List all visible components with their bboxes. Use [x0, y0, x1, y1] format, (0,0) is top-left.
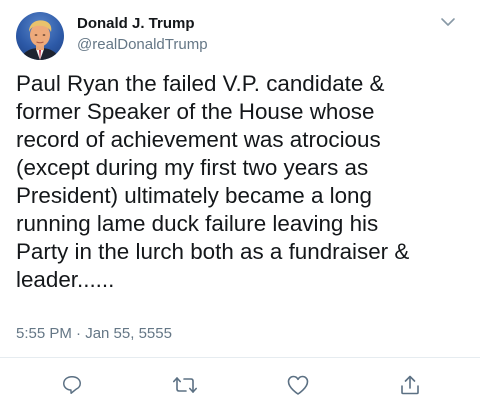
- like-button[interactable]: [284, 372, 312, 398]
- share-icon: [401, 375, 419, 395]
- share-button[interactable]: [396, 372, 424, 398]
- avatar-portrait: [20, 20, 60, 60]
- tweet-text-line: record of achievement was atrocious: [16, 127, 381, 152]
- tweet-text-line: President) ultimately became a long: [16, 183, 372, 208]
- retweet-icon: [173, 377, 197, 393]
- tweet-text-line: Party in the lurch both as a fundraiser …: [16, 239, 410, 264]
- like-icon: [287, 375, 309, 395]
- reply-button[interactable]: [58, 372, 86, 398]
- avatar[interactable]: [16, 12, 64, 60]
- tweet-text-line: former Speaker of the House whose: [16, 99, 375, 124]
- reply-icon: [63, 376, 81, 394]
- tweet-card: Donald J. Trump @realDonaldTrump Paul Ry…: [0, 0, 480, 410]
- tweet-text-line: running lame duck failure leaving his: [16, 211, 379, 236]
- author-name[interactable]: Donald J. Trump: [77, 15, 195, 32]
- divider: [0, 357, 480, 358]
- tweet-text-line: Paul Ryan the failed V.P. candidate &: [16, 71, 385, 96]
- tweet-text: Paul Ryan the failed V.P. candidate & fo…: [16, 70, 471, 294]
- chevron-down-icon[interactable]: [438, 14, 458, 30]
- tweet-text-line: (except during my first two years as: [16, 155, 369, 180]
- author-handle[interactable]: @realDonaldTrump: [77, 36, 208, 53]
- tweet-timestamp[interactable]: 5:55 PM · Jan 55, 5555: [16, 325, 172, 342]
- tweet-text-line: leader......: [16, 267, 115, 292]
- retweet-button[interactable]: [171, 372, 199, 398]
